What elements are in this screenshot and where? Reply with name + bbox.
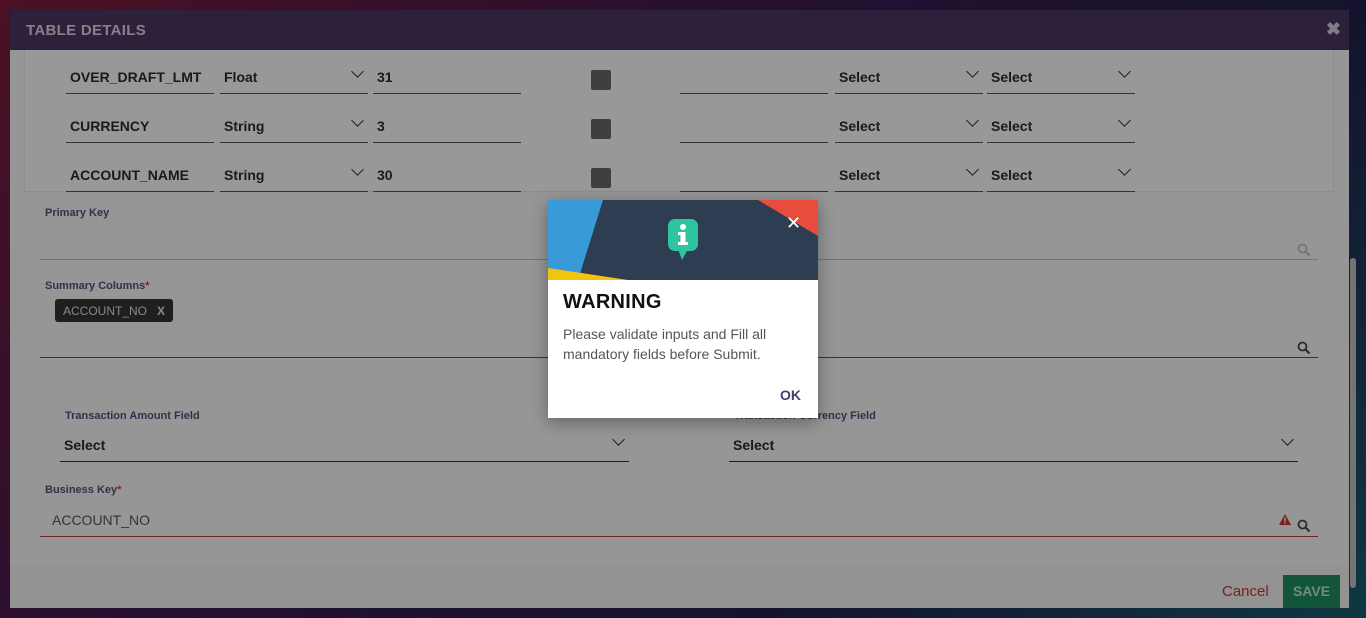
warning-dialog: ✕ WARNING Please validate inputs and Fil…: [548, 200, 818, 418]
info-bubble-icon: [668, 219, 698, 260]
dialog-title: WARNING: [563, 291, 662, 313]
ok-button[interactable]: OK: [780, 387, 801, 403]
dialog-message: Please validate inputs and Fill all mand…: [563, 326, 767, 362]
close-icon[interactable]: ✕: [786, 213, 801, 234]
